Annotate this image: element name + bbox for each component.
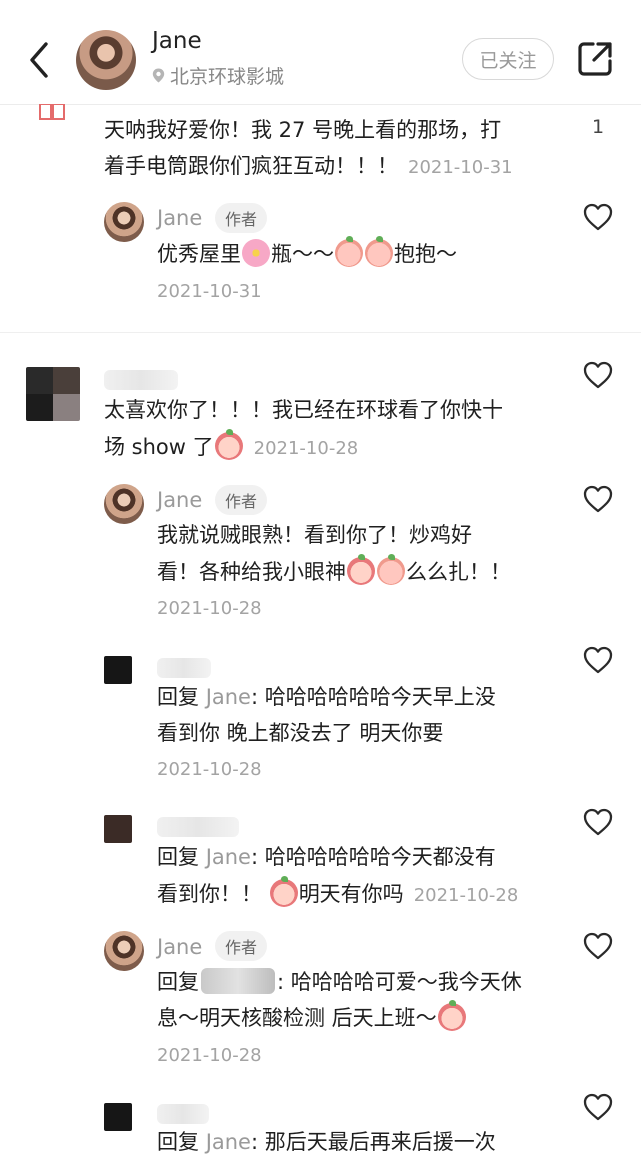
reply-date: 2021-10-31 — [157, 281, 262, 302]
like-count: 1 — [592, 116, 605, 138]
comment-line-1: 天呐我好爱你！我 27 号晚上看的那场，打 — [104, 118, 502, 142]
reply-target[interactable]: Jane — [206, 685, 251, 709]
reply-text-part: 瓶～～ — [271, 242, 334, 266]
peach-emoji-icon — [335, 236, 363, 267]
like-heart-icon[interactable] — [583, 808, 613, 836]
comment-date: 2021-10-31 — [408, 157, 513, 178]
avatar[interactable] — [104, 656, 132, 684]
reply-date: 2021-10-28 — [157, 598, 262, 619]
blurred-username — [157, 1104, 209, 1124]
redacted-username — [201, 968, 275, 994]
reply-text-part: 看！各种给我小眼神 — [157, 560, 346, 584]
reply-text-line-2[interactable]: 看到你！！ 明天有你吗 2021-10-28 — [157, 876, 518, 914]
flower-emoji-icon — [242, 239, 270, 267]
reply-author[interactable]: Jane — [157, 935, 202, 959]
like-heart-icon[interactable] — [583, 361, 613, 389]
blurred-username — [157, 658, 211, 678]
reply-text-line-2[interactable]: 看到你 晚上都没去了 明天你要 — [157, 715, 443, 752]
reply-text[interactable]: 回复 Jane: 哈哈哈哈哈哈今天早上没 — [157, 679, 496, 716]
reply-text-part: : 哈哈哈哈可爱～我今天休 — [277, 970, 522, 994]
comment-line-2: 着手电筒跟你们疯狂互动！！！ — [104, 154, 398, 178]
avatar[interactable] — [104, 484, 144, 524]
reply-text[interactable]: 回复 Jane: 哈哈哈哈哈哈今天都没有 — [157, 839, 496, 876]
profile-name[interactable]: Jane — [152, 28, 202, 54]
comment-text-line-2[interactable]: 场 show 了 2021-10-28 — [104, 429, 358, 467]
comment-line-1: 太喜欢你了！！！我已经在环球看了你快十 — [104, 398, 503, 422]
location-tag[interactable]: 北京环球影城 — [152, 62, 284, 89]
like-heart-icon[interactable] — [583, 485, 613, 513]
author-badge: 作者 — [215, 485, 268, 515]
comment-line-2: 场 show 了 — [104, 435, 214, 459]
location-pin-icon — [152, 68, 165, 83]
reply-text-line-2[interactable]: 息～明天核酸检测 后天上班～ — [157, 1000, 467, 1037]
reply-author[interactable]: Jane — [157, 206, 202, 230]
avatar[interactable] — [104, 1103, 132, 1131]
author-badge: 作者 — [215, 203, 268, 233]
reply-target[interactable]: Jane — [206, 845, 251, 869]
reply-date: 2021-10-28 — [157, 759, 262, 780]
reply-text-part: : 那后天最后再来后援一次 — [250, 1130, 496, 1154]
reply-text[interactable]: 回复 Jane: 那后天最后再来后援一次 — [157, 1124, 496, 1161]
crying-emoji-icon — [269, 876, 298, 907]
top-bar: Jane 北京环球影城 已关注 — [0, 0, 641, 104]
peach-emoji-icon — [437, 1000, 466, 1031]
thread-divider — [0, 332, 641, 333]
author-badge: 作者 — [215, 931, 268, 961]
reply-text[interactable]: 我就说贼眼熟！看到你了！炒鸡好 — [157, 517, 472, 554]
profile-avatar[interactable] — [76, 30, 136, 90]
reply-text-part: 么么扎！！ — [406, 560, 511, 584]
peach-emoji-icon — [377, 554, 405, 585]
comment-date: 2021-10-28 — [253, 438, 359, 459]
reply-line-1: 我就说贼眼熟！看到你了！炒鸡好 — [157, 523, 472, 547]
avatar[interactable] — [104, 815, 132, 843]
peach-emoji-icon — [365, 236, 393, 267]
reply-target[interactable]: Jane — [206, 1130, 251, 1154]
comment-text[interactable]: 天呐我好爱你！我 27 号晚上看的那场，打 — [104, 112, 501, 149]
like-heart-icon[interactable] — [583, 203, 613, 231]
avatar[interactable] — [104, 202, 144, 242]
reply-author[interactable]: Jane — [157, 488, 202, 512]
back-arrow-icon[interactable] — [22, 38, 56, 82]
reply-text-part: 优秀屋里 — [157, 242, 241, 266]
reply-text-part: 看到你 晚上都没去了 明天你要 — [157, 721, 444, 745]
reply-text-part: 息～明天核酸检测 后天上班～ — [157, 1006, 437, 1030]
like-heart-icon[interactable] — [583, 1093, 613, 1121]
avatar[interactable] — [104, 931, 144, 971]
reply-text[interactable]: 回复 : 哈哈哈哈可爱～我今天休 — [157, 964, 522, 1001]
share-icon[interactable] — [576, 40, 614, 78]
peach-emoji-icon — [347, 554, 375, 585]
reply-keyword: 回复 — [157, 845, 199, 869]
avatar[interactable] — [26, 367, 80, 421]
comment-text[interactable]: 太喜欢你了！！！我已经在环球看了你快十 — [104, 392, 503, 429]
reply-text-part: 明天有你吗 — [298, 882, 404, 906]
reply-text-line-2[interactable]: 看！各种给我小眼神 么么扎！！ — [157, 554, 511, 591]
location-label: 北京环球影城 — [170, 66, 285, 88]
reply-keyword: 回复 — [157, 1130, 199, 1154]
reply-date: 2021-10-28 — [413, 885, 519, 906]
reply-keyword: 回复 — [157, 970, 199, 994]
comment-text-line-2[interactable]: 着手电筒跟你们疯狂互动！！！ 2021-10-31 — [104, 148, 513, 186]
like-heart-icon[interactable] — [583, 932, 613, 960]
header-divider — [0, 104, 641, 105]
reply-text-part: : 哈哈哈哈哈哈今天早上没 — [250, 685, 496, 709]
peach-emoji-icon — [214, 429, 243, 460]
reply-text-part: 看到你！！ — [157, 882, 262, 906]
reply-text-part: : 哈哈哈哈哈哈今天都没有 — [250, 845, 496, 869]
blurred-username — [104, 370, 178, 390]
reply-date: 2021-10-28 — [157, 1045, 262, 1066]
like-heart-icon[interactable] — [583, 646, 613, 674]
reply-text[interactable]: 优秀屋里 瓶～～ 抱抱～ — [157, 236, 457, 273]
reply-keyword: 回复 — [157, 685, 199, 709]
follow-button[interactable]: 已关注 — [462, 38, 554, 80]
reply-text-part: 抱抱～ — [394, 242, 457, 266]
blurred-username — [157, 817, 239, 837]
